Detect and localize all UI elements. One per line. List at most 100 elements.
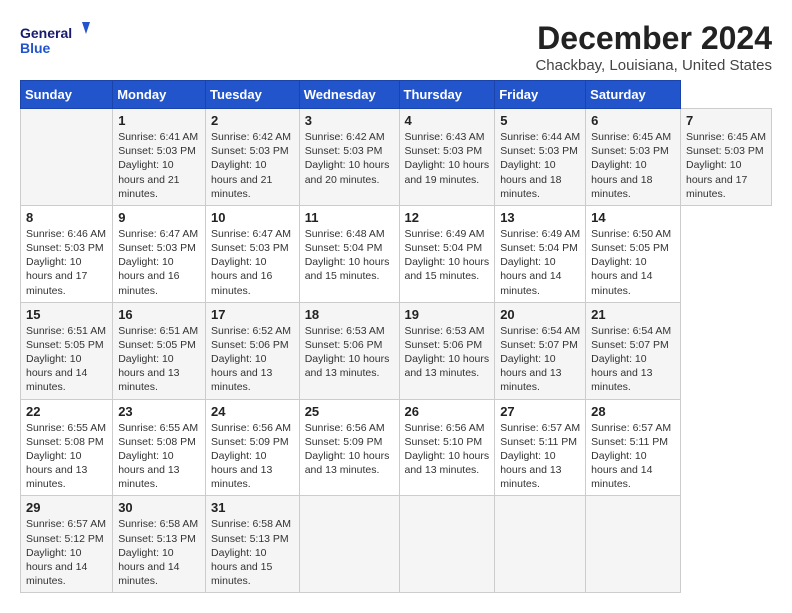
day-number: 16	[118, 307, 200, 322]
day-number: 30	[118, 500, 200, 515]
header-friday: Friday	[495, 81, 586, 109]
day-info: Sunrise: 6:52 AM Sunset: 5:06 PM Dayligh…	[211, 324, 294, 395]
day-cell-28: 28Sunrise: 6:57 AM Sunset: 5:11 PM Dayli…	[586, 399, 681, 496]
day-cell-6: 6 Sunrise: 6:45 AM Sunset: 5:03 PM Daylig…	[586, 109, 681, 206]
day-info: Sunrise: 6:41 AM Sunset: 5:03 PM Dayligh…	[118, 130, 200, 201]
day-cell-16: 16 Sunrise: 6:51 AM Sunset: 5:05 PM Dayli…	[113, 302, 206, 399]
day-info: Sunrise: 6:47 AM Sunset: 5:03 PM Dayligh…	[211, 227, 294, 298]
day-cell-17: 17 Sunrise: 6:52 AM Sunset: 5:06 PM Dayli…	[206, 302, 300, 399]
day-cell-2: 2 Sunrise: 6:42 AM Sunset: 5:03 PM Daylig…	[206, 109, 300, 206]
day-number: 21	[591, 307, 675, 322]
day-cell-3: 3Sunrise: 6:42 AM Sunset: 5:03 PM Daylig…	[299, 109, 399, 206]
title-block: December 2024 Chackbay, Louisiana, Unite…	[535, 20, 772, 74]
day-info: Sunrise: 6:56 AM Sunset: 5:09 PM Dayligh…	[211, 421, 294, 492]
day-number: 7	[686, 113, 766, 128]
day-info: Sunrise: 6:49 AM Sunset: 5:04 PM Dayligh…	[405, 227, 490, 284]
day-cell-23: 23Sunrise: 6:55 AM Sunset: 5:08 PM Dayli…	[113, 399, 206, 496]
day-cell-31: 31 Sunrise: 6:58 AM Sunset: 5:13 PM Dayli…	[206, 496, 300, 593]
day-number: 6	[591, 113, 675, 128]
day-cell-24: 24 Sunrise: 6:56 AM Sunset: 5:09 PM Dayli…	[206, 399, 300, 496]
day-number: 25	[305, 404, 394, 419]
day-number: 27	[500, 404, 580, 419]
day-number: 3	[305, 113, 394, 128]
day-info: Sunrise: 6:54 AM Sunset: 5:07 PM Dayligh…	[500, 324, 580, 395]
day-number: 19	[405, 307, 490, 322]
day-cell-27: 27Sunrise: 6:57 AM Sunset: 5:11 PM Dayli…	[495, 399, 586, 496]
day-info: Sunrise: 6:42 AM Sunset: 5:03 PM Dayligh…	[211, 130, 294, 201]
day-cell-11: 11 Sunrise: 6:48 AM Sunset: 5:04 PM Dayli…	[299, 205, 399, 302]
day-cell-30: 30 Sunrise: 6:58 AM Sunset: 5:13 PM Dayli…	[113, 496, 206, 593]
day-info: Sunrise: 6:53 AM Sunset: 5:06 PM Dayligh…	[405, 324, 490, 381]
day-cell-5: 5Sunrise: 6:44 AM Sunset: 5:03 PM Daylig…	[495, 109, 586, 206]
day-cell-14: 14 Sunrise: 6:50 AM Sunset: 5:05 PM Dayli…	[586, 205, 681, 302]
empty-cell	[399, 496, 495, 593]
day-info: Sunrise: 6:49 AM Sunset: 5:04 PM Dayligh…	[500, 227, 580, 298]
day-number: 14	[591, 210, 675, 225]
day-info: Sunrise: 6:58 AM Sunset: 5:13 PM Dayligh…	[118, 517, 200, 588]
day-number: 22	[26, 404, 107, 419]
page-header: General Blue December 2024 Chackbay, Lou…	[20, 20, 772, 74]
header-monday: Monday	[113, 81, 206, 109]
calendar-location: Chackbay, Louisiana, United States	[535, 57, 772, 74]
day-cell-26: 26Sunrise: 6:56 AM Sunset: 5:10 PM Dayli…	[399, 399, 495, 496]
day-number: 31	[211, 500, 294, 515]
logo-svg: General Blue	[20, 20, 90, 60]
day-number: 11	[305, 210, 394, 225]
header-thursday: Thursday	[399, 81, 495, 109]
day-cell-15: 15 Sunrise: 6:51 AM Sunset: 5:05 PM Dayli…	[21, 302, 113, 399]
day-cell-22: 22 Sunrise: 6:55 AM Sunset: 5:08 PM Dayli…	[21, 399, 113, 496]
day-number: 13	[500, 210, 580, 225]
day-number: 29	[26, 500, 107, 515]
day-info: Sunrise: 6:53 AM Sunset: 5:06 PM Dayligh…	[305, 324, 394, 381]
day-info: Sunrise: 6:43 AM Sunset: 5:03 PM Dayligh…	[405, 130, 490, 187]
day-cell-1: 1 Sunrise: 6:41 AM Sunset: 5:03 PM Daylig…	[113, 109, 206, 206]
empty-cell	[21, 109, 113, 206]
day-info: Sunrise: 6:47 AM Sunset: 5:03 PM Dayligh…	[118, 227, 200, 298]
day-info: Sunrise: 6:56 AM Sunset: 5:09 PM Dayligh…	[305, 421, 394, 478]
day-number: 12	[405, 210, 490, 225]
logo: General Blue	[20, 20, 90, 60]
day-cell-21: 21 Sunrise: 6:54 AM Sunset: 5:07 PM Dayli…	[586, 302, 681, 399]
empty-cell	[495, 496, 586, 593]
day-number: 17	[211, 307, 294, 322]
header-wednesday: Wednesday	[299, 81, 399, 109]
day-cell-9: 9Sunrise: 6:47 AM Sunset: 5:03 PM Daylig…	[113, 205, 206, 302]
day-cell-10: 10Sunrise: 6:47 AM Sunset: 5:03 PM Dayli…	[206, 205, 300, 302]
day-info: Sunrise: 6:45 AM Sunset: 5:03 PM Dayligh…	[686, 130, 766, 201]
calendar-title: December 2024	[535, 20, 772, 57]
calendar-week-2: 8 Sunrise: 6:46 AM Sunset: 5:03 PM Daylig…	[21, 205, 772, 302]
day-info: Sunrise: 6:56 AM Sunset: 5:10 PM Dayligh…	[405, 421, 490, 478]
day-cell-25: 25 Sunrise: 6:56 AM Sunset: 5:09 PM Dayli…	[299, 399, 399, 496]
day-info: Sunrise: 6:51 AM Sunset: 5:05 PM Dayligh…	[26, 324, 107, 395]
day-cell-8: 8 Sunrise: 6:46 AM Sunset: 5:03 PM Daylig…	[21, 205, 113, 302]
day-cell-20: 20 Sunrise: 6:54 AM Sunset: 5:07 PM Dayli…	[495, 302, 586, 399]
svg-text:General: General	[20, 25, 72, 41]
day-cell-12: 12 Sunrise: 6:49 AM Sunset: 5:04 PM Dayli…	[399, 205, 495, 302]
header-sunday: Sunday	[21, 81, 113, 109]
empty-cell	[299, 496, 399, 593]
day-number: 1	[118, 113, 200, 128]
day-info: Sunrise: 6:58 AM Sunset: 5:13 PM Dayligh…	[211, 517, 294, 588]
day-info: Sunrise: 6:45 AM Sunset: 5:03 PM Dayligh…	[591, 130, 675, 201]
day-number: 28	[591, 404, 675, 419]
day-info: Sunrise: 6:51 AM Sunset: 5:05 PM Dayligh…	[118, 324, 200, 395]
header-saturday: Saturday	[586, 81, 681, 109]
day-number: 15	[26, 307, 107, 322]
empty-cell	[586, 496, 681, 593]
calendar-header-row: SundayMondayTuesdayWednesdayThursdayFrid…	[21, 81, 772, 109]
day-info: Sunrise: 6:55 AM Sunset: 5:08 PM Dayligh…	[118, 421, 200, 492]
day-number: 24	[211, 404, 294, 419]
day-number: 2	[211, 113, 294, 128]
day-cell-19: 19 Sunrise: 6:53 AM Sunset: 5:06 PM Dayli…	[399, 302, 495, 399]
day-number: 18	[305, 307, 394, 322]
day-info: Sunrise: 6:54 AM Sunset: 5:07 PM Dayligh…	[591, 324, 675, 395]
day-number: 20	[500, 307, 580, 322]
day-info: Sunrise: 6:50 AM Sunset: 5:05 PM Dayligh…	[591, 227, 675, 298]
day-cell-13: 13 Sunrise: 6:49 AM Sunset: 5:04 PM Dayli…	[495, 205, 586, 302]
day-info: Sunrise: 6:48 AM Sunset: 5:04 PM Dayligh…	[305, 227, 394, 284]
calendar-week-3: 15 Sunrise: 6:51 AM Sunset: 5:05 PM Dayli…	[21, 302, 772, 399]
day-info: Sunrise: 6:46 AM Sunset: 5:03 PM Dayligh…	[26, 227, 107, 298]
day-info: Sunrise: 6:55 AM Sunset: 5:08 PM Dayligh…	[26, 421, 107, 492]
day-number: 8	[26, 210, 107, 225]
day-cell-18: 18 Sunrise: 6:53 AM Sunset: 5:06 PM Dayli…	[299, 302, 399, 399]
